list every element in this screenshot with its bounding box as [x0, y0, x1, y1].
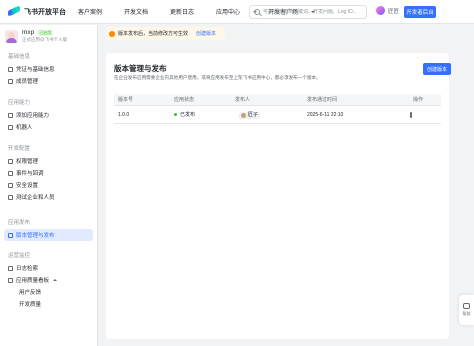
- permission-icon: [8, 158, 13, 164]
- log-icon: [8, 265, 13, 271]
- app-subtitle: 正式应用@飞书个人版: [22, 37, 68, 42]
- time-cell: 2025-6-11 22:10: [307, 112, 344, 118]
- search-icon: [254, 9, 260, 15]
- credential-icon: [8, 66, 13, 72]
- publisher-chip: 匠子: [239, 112, 261, 119]
- status-badge: 已启用: [37, 29, 54, 36]
- sidebar-item-dev-quality[interactable]: 开发质量: [0, 298, 98, 310]
- test-icon: [8, 194, 13, 200]
- group-release: 应用发布 版本管理与发布: [0, 218, 98, 241]
- sidebar-item-quality-board[interactable]: 应用质量看板: [0, 274, 98, 286]
- developer-console-button[interactable]: 开发者后台: [404, 6, 436, 18]
- group-title: 应用发布: [8, 220, 31, 226]
- create-version-button[interactable]: 创建版本: [423, 63, 451, 75]
- user-menu[interactable]: 匠匠: [376, 6, 399, 15]
- chevron-up-icon: [53, 279, 58, 281]
- warning-icon: [109, 30, 115, 37]
- status-cell: 已发布: [174, 107, 195, 124]
- avatar: [376, 6, 385, 15]
- publish-notice: 版本发布后，当前修改方可生效 创建版本: [106, 27, 225, 40]
- sidebar-item-security[interactable]: 安全设置: [0, 179, 98, 191]
- app-info: mxp 已启用 正式应用@飞书个人版: [22, 29, 67, 43]
- page-title: 版本管理与发布: [114, 64, 167, 73]
- sidebar-item-credentials[interactable]: 凭证与基础信息: [0, 63, 98, 75]
- search-box: [249, 5, 367, 19]
- table-header: 版本号 应用状态 发布人 发布通过时间 操作: [114, 94, 441, 106]
- help-label: 帮助: [462, 311, 471, 316]
- sidebar: mxp 已启用 正式应用@飞书个人版 基础信息 凭证与基础信息 成员管理 应用能力…: [0, 25, 98, 346]
- group-title: 开发配置: [8, 146, 31, 152]
- sidebar-item-add-capability[interactable]: 添加应用能力: [0, 109, 98, 121]
- sidebar-item-permissions[interactable]: 权限管理: [0, 155, 98, 167]
- members-icon: [8, 78, 13, 84]
- column-header: 发布通过时间: [307, 97, 338, 103]
- chat-icon: [463, 303, 470, 309]
- create-version-link[interactable]: 创建版本: [196, 30, 216, 37]
- column-header: 应用状态: [174, 97, 195, 103]
- table-row[interactable]: 1.0.0 已发布 匠子 2025-6-11 22:10: [114, 107, 441, 124]
- group-title: 应用能力: [8, 100, 31, 106]
- feishu-logo-icon: [8, 5, 20, 18]
- user-name: 匠匠: [388, 8, 400, 15]
- sidebar-item-version-release[interactable]: 版本管理与发布: [4, 229, 93, 241]
- logo-text: 飞书开放平台: [24, 8, 66, 16]
- nav-changelog[interactable]: 更新日志: [170, 7, 205, 16]
- nav-dev-docs[interactable]: 开发文档: [124, 7, 159, 16]
- sidebar-item-log-search[interactable]: 日志检索: [0, 262, 98, 274]
- group-dev-config: 开发配置 权限管理 事件与回调 安全设置 测试企业和人员: [0, 144, 98, 203]
- add-capability-icon: [8, 112, 13, 118]
- event-icon: [8, 170, 13, 176]
- page-description: 在企业发布应用需要企业内其他用户使用，或将应用发布至上架飞书应用中心，都必须发布…: [114, 75, 321, 80]
- app-header[interactable]: mxp 已启用 正式应用@飞书个人版: [5, 28, 95, 44]
- nav-customer-cases[interactable]: 客户案例: [78, 7, 113, 16]
- app-name: mxp: [22, 29, 35, 36]
- sidebar-item-bot[interactable]: 机器人: [0, 121, 98, 133]
- group-monitoring: 运营监控 日志检索 应用质量看板 用户反馈 开发质量: [0, 251, 98, 310]
- version-icon: [8, 232, 13, 238]
- group-title: 运营监控: [8, 253, 31, 259]
- column-header: 发布人: [235, 97, 251, 103]
- version-card: 版本管理与发布 在企业发布应用需要企业内其他用户使用，或将应用发布至上架飞书应用…: [106, 53, 451, 339]
- success-dot-icon: [174, 113, 177, 117]
- group-title: 基础信息: [8, 54, 31, 60]
- column-header: 版本号: [118, 97, 134, 103]
- avatar: [241, 113, 246, 118]
- help-button[interactable]: 帮助: [459, 295, 474, 325]
- sidebar-item-members[interactable]: 成员管理: [0, 75, 98, 87]
- group-basic-info: 基础信息 凭证与基础信息 成员管理: [0, 52, 98, 87]
- bot-icon: [8, 124, 13, 130]
- sidebar-item-test-tenants[interactable]: 测试企业和人员: [0, 191, 98, 203]
- sidebar-item-events[interactable]: 事件与回调: [0, 167, 98, 179]
- top-bar: 飞书开放平台 客户案例 开发文档 更新日志 应用中心 开发者广场 匠匠 开发者后…: [0, 0, 474, 24]
- group-capabilities: 应用能力 添加应用能力 机器人: [0, 98, 98, 133]
- app-avatar: [5, 29, 18, 43]
- more-options-icon[interactable]: [410, 112, 412, 118]
- version-cell: 1.0.0: [118, 112, 130, 118]
- quality-icon: [8, 277, 13, 283]
- security-icon: [8, 182, 13, 188]
- logo[interactable]: 飞书开放平台: [8, 5, 66, 18]
- column-header: 操作: [413, 97, 424, 103]
- notice-text: 版本发布后，当前修改方可生效: [118, 31, 189, 37]
- sidebar-item-user-feedback[interactable]: 用户反馈: [0, 286, 98, 298]
- search-input[interactable]: [262, 9, 366, 15]
